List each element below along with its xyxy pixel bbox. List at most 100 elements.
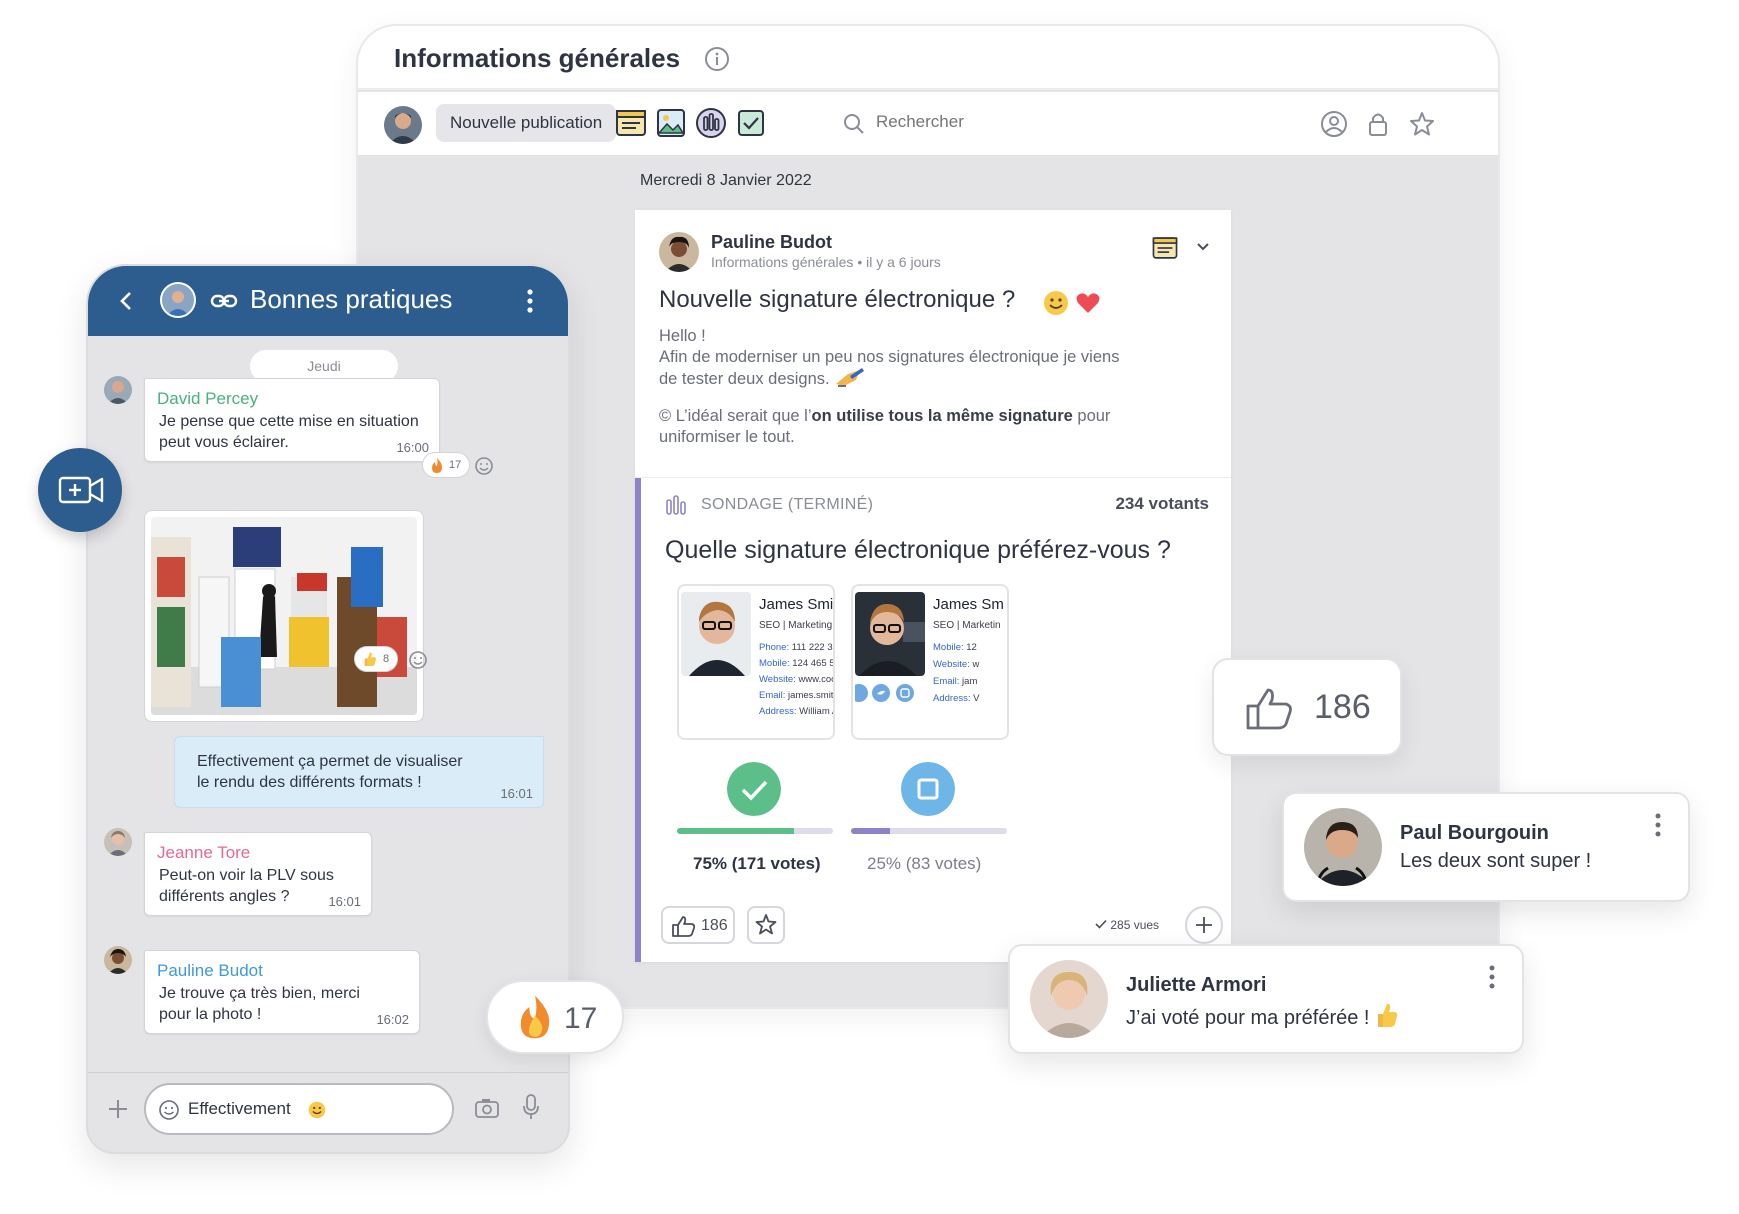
message-text: Effectivement ça permet de visualiser le …: [197, 751, 463, 793]
emoji-icon[interactable]: [158, 1099, 180, 1121]
message-line: Effectivement ça permet de visualiser: [197, 753, 463, 770]
avatar[interactable]: [1304, 808, 1382, 886]
signature-line: Phone: 111 222 3333: [759, 642, 833, 653]
message-input-box[interactable]: [144, 1083, 454, 1135]
post-channel[interactable]: Informations générales: [711, 254, 853, 270]
signature-name: James Sm: [933, 596, 1004, 613]
date-separator: Mercredi 8 Janvier 2022: [640, 172, 812, 189]
signature-line: Website: w: [933, 659, 979, 670]
article-icon[interactable]: [614, 106, 648, 140]
add-emoji-icon[interactable]: [474, 456, 494, 476]
signature-name: James Smith: [759, 596, 834, 613]
back-arrow-icon[interactable]: [116, 290, 136, 312]
checklist-icon[interactable]: [734, 106, 768, 140]
post-body-line: de tester deux designs.: [659, 368, 1179, 390]
post-body-line: © L’idéal serait que l’on utilise tous l…: [659, 406, 1179, 427]
poll-option-2[interactable]: James Sm SEO | Marketin Mobile: 12 Websi…: [851, 584, 1009, 740]
signature-value: William A: [799, 706, 835, 717]
info-icon[interactable]: [704, 46, 730, 72]
avatar[interactable]: [659, 232, 699, 272]
search-input[interactable]: [876, 112, 1076, 132]
star-icon: [755, 914, 777, 935]
like-counter-card: 186: [1212, 658, 1402, 756]
microphone-icon[interactable]: [522, 1093, 540, 1121]
meta-dot: •: [857, 254, 867, 270]
post-meta: Informations générales • il y a 6 jours: [711, 254, 941, 270]
image-icon[interactable]: [654, 106, 688, 140]
more-vertical-icon[interactable]: [1654, 812, 1662, 838]
message-line: Peut-on voir la PLV sous: [159, 867, 334, 884]
signature-key: Email:: [933, 676, 960, 687]
message-line: peut vous éclairer.: [159, 434, 289, 451]
signature-line: Address: William A: [759, 706, 835, 717]
signature-line: Email: jam: [933, 676, 977, 687]
chevron-down-icon[interactable]: [1195, 238, 1211, 254]
poll-result: 75% (171 votes): [693, 854, 821, 873]
message-author[interactable]: David Percey: [157, 389, 258, 409]
message-author[interactable]: Jeanne Tore: [157, 843, 250, 863]
avatar[interactable]: [1030, 960, 1108, 1038]
view-count: 285 vues: [1095, 918, 1159, 932]
like-button[interactable]: 186: [661, 906, 735, 944]
reaction-badge[interactable]: 8: [354, 646, 398, 672]
more-vertical-icon[interactable]: [1488, 964, 1496, 990]
post-time: il y a 6 jours: [866, 254, 941, 270]
signature-key: Phone:: [759, 642, 790, 653]
comment-author[interactable]: Paul Bourgouin: [1400, 822, 1549, 845]
checkbox-icon[interactable]: [901, 762, 955, 816]
video-camera-icon: [58, 476, 104, 504]
message-bubble-outgoing[interactable]: Effectivement ça permet de visualiser le …: [174, 736, 544, 808]
avatar[interactable]: [104, 376, 132, 404]
avatar[interactable]: [384, 106, 422, 144]
poll-icon[interactable]: [694, 106, 728, 140]
reaction-badge[interactable]: 17: [422, 452, 470, 478]
page-title: Informations générales: [394, 43, 681, 73]
favorite-button[interactable]: [747, 906, 785, 944]
signature-key: Email:: [759, 690, 786, 701]
poll-status: SONDAGE (TERMINÉ): [701, 496, 874, 513]
add-emoji-icon[interactable]: [408, 650, 428, 670]
fire-icon: [520, 995, 550, 1039]
star-icon[interactable]: [1408, 110, 1436, 138]
link-icon: [210, 294, 238, 308]
poll-question: Quelle signature électronique préférez-v…: [665, 536, 1171, 564]
signature-key: Website:: [933, 659, 970, 670]
signature-value: w: [972, 659, 980, 670]
search-icon[interactable]: [842, 112, 866, 136]
poll-result: 25% (83 votes): [867, 854, 982, 873]
fire-icon: [432, 458, 442, 473]
avatar[interactable]: [104, 946, 132, 974]
like-count: 186: [1314, 688, 1371, 726]
new-post-button[interactable]: Nouvelle publication: [436, 104, 617, 142]
message-author[interactable]: Pauline Budot: [157, 961, 263, 981]
user-circle-icon[interactable]: [1320, 110, 1348, 138]
camera-icon[interactable]: [474, 1097, 500, 1119]
post-card: Pauline Budot Informations générales • i…: [635, 210, 1231, 962]
chat-composer: [88, 1072, 568, 1152]
feed-toolbar: Nouvelle publication: [358, 92, 1498, 156]
message-bubble[interactable]: Pauline Budot Je trouve ça très bien, me…: [144, 950, 420, 1034]
message-time: 16:02: [376, 1012, 409, 1027]
message-bubble[interactable]: Jeanne Tore Peut-on voir la PLV sous diff…: [144, 832, 372, 916]
poll-option-1[interactable]: James Smith SEO | Marketing | C Phone: 1…: [677, 584, 835, 740]
add-reaction-button[interactable]: [1185, 906, 1223, 944]
signature-key: Address:: [759, 706, 797, 717]
avatar[interactable]: [104, 828, 132, 856]
smiley-icon: [1044, 291, 1068, 315]
video-call-button[interactable]: [38, 448, 122, 532]
avatar[interactable]: [160, 282, 196, 318]
post-body-text: Afin de moderniser un peu nos signatures…: [659, 348, 1120, 366]
comment-author[interactable]: Juliette Armori: [1126, 974, 1266, 997]
lock-icon[interactable]: [1364, 110, 1392, 138]
plus-icon[interactable]: [106, 1097, 130, 1121]
message-bubble[interactable]: David Percey Je pense que cette mise en …: [144, 378, 440, 462]
plus-icon: [1196, 917, 1212, 933]
like-count: 186: [701, 917, 728, 934]
post-body-bold: on utilise tous la même signature: [811, 407, 1073, 425]
more-vertical-icon[interactable]: [526, 288, 534, 314]
post-author[interactable]: Pauline Budot: [711, 232, 832, 253]
poll-bar: [677, 828, 833, 834]
check-icon[interactable]: [727, 762, 781, 816]
image-message[interactable]: [144, 510, 424, 722]
message-line: le rendu des différents formats !: [197, 774, 422, 791]
